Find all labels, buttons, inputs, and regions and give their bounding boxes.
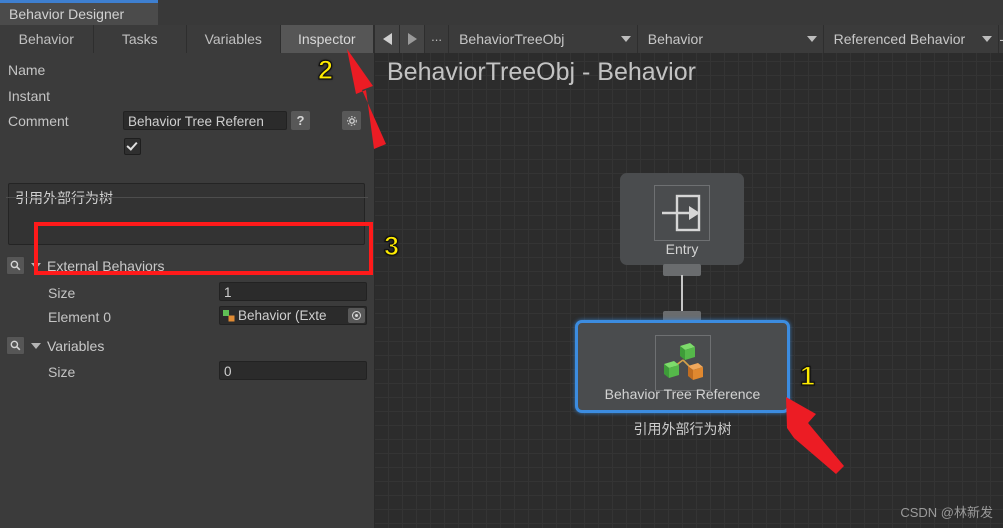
breadcrumb-overflow-button[interactable]: ... (425, 25, 450, 53)
object-picker-icon[interactable] (348, 308, 365, 323)
external-element0-object-field[interactable]: Behavior (Exte (219, 306, 367, 325)
external-behaviors-header[interactable]: External Behaviors (6, 256, 165, 275)
foldout-caret-icon[interactable] (31, 342, 41, 349)
search-icon[interactable] (6, 336, 25, 355)
graph-title: BehaviorTreeObj - Behavior (387, 58, 696, 86)
comment-textarea[interactable]: 引用外部行为树 (8, 183, 365, 245)
search-icon[interactable] (6, 256, 25, 275)
node-behavior-tree-reference[interactable]: Behavior Tree Reference (575, 320, 790, 413)
edge-entry-to-reference (681, 275, 683, 316)
object-dropdown[interactable]: BehaviorTreeObj (449, 25, 638, 53)
collapse-button[interactable]: - (999, 25, 1003, 53)
external-size-input[interactable]: 1 (219, 282, 367, 301)
foldout-caret-icon[interactable] (31, 262, 41, 269)
behavior-tree-cubes-icon (654, 335, 711, 391)
comment-label: Comment (8, 113, 69, 129)
panel-tab-row: Behavior Tasks Variables Inspector (0, 25, 374, 53)
instant-checkbox[interactable] (124, 138, 141, 155)
watermark: CSDN @林新发 (900, 505, 993, 520)
external-size-label: Size (48, 285, 76, 301)
behavior-dropdown-label: Behavior (647, 31, 703, 47)
object-dropdown-label: BehaviorTreeObj (459, 31, 565, 47)
name-label: Name (8, 62, 46, 78)
tab-inspector[interactable]: Inspector (280, 25, 374, 53)
chevron-down-icon (620, 36, 631, 42)
graph-toolbar: ... BehaviorTreeObj Behavior Referenced … (374, 25, 1003, 53)
variables-title: Variables (47, 337, 105, 354)
external-element0-label: Element 0 (48, 309, 112, 325)
arrow-left-icon (382, 33, 392, 45)
section-divider (6, 197, 368, 198)
behavior-dropdown[interactable]: Behavior (637, 25, 824, 53)
node-entry-label: Entry (665, 241, 699, 257)
annotation-marker-1: 1 (799, 361, 816, 391)
entry-arrow-icon (654, 185, 710, 241)
tab-behavior[interactable]: Behavior (0, 25, 94, 53)
tab-tasks[interactable]: Tasks (93, 25, 187, 53)
external-element0-value: Behavior (Exte (238, 308, 327, 323)
node-entry[interactable]: Entry (620, 173, 744, 265)
tab-variables[interactable]: Variables (187, 25, 281, 53)
chevron-down-icon (982, 36, 993, 42)
annotation-marker-2: 2 (317, 55, 334, 85)
variables-size-input[interactable]: 0 (219, 361, 367, 380)
behavior-asset-icon (223, 309, 235, 321)
comment-row: Comment (0, 110, 374, 132)
external-behaviors-title: External Behaviors (47, 257, 165, 274)
nav-back-button[interactable] (375, 25, 400, 53)
annotation-marker-3: 3 (383, 231, 400, 261)
nav-forward-button[interactable] (400, 25, 425, 53)
referenced-behavior-dropdown[interactable]: Referenced Behavior (823, 25, 1000, 53)
behavior-designer-window: Behavior Designer Behavior Tasks Variabl… (0, 0, 1003, 528)
inspector-panel: Name Behavior Tree Referen ? Instant Com… (0, 53, 375, 528)
node-comment-text: 引用外部行为树 (633, 421, 732, 437)
variables-size-label: Size (48, 364, 76, 380)
variables-header[interactable]: Variables (6, 336, 104, 355)
instant-row: Instant (0, 85, 374, 107)
arrow-right-icon (407, 33, 417, 45)
chevron-down-icon (806, 36, 817, 42)
window-title-tab[interactable]: Behavior Designer (0, 0, 158, 25)
behavior-graph-canvas[interactable]: BehaviorTreeObj - Behavior Entry Behavio… (375, 53, 1003, 528)
referenced-behavior-dropdown-label: Referenced Behavior (833, 31, 966, 47)
instant-label: Instant (8, 88, 51, 104)
window-titlebar: Behavior Designer (0, 0, 1003, 25)
node-behavior-tree-reference-label: Behavior Tree Reference (604, 386, 761, 402)
